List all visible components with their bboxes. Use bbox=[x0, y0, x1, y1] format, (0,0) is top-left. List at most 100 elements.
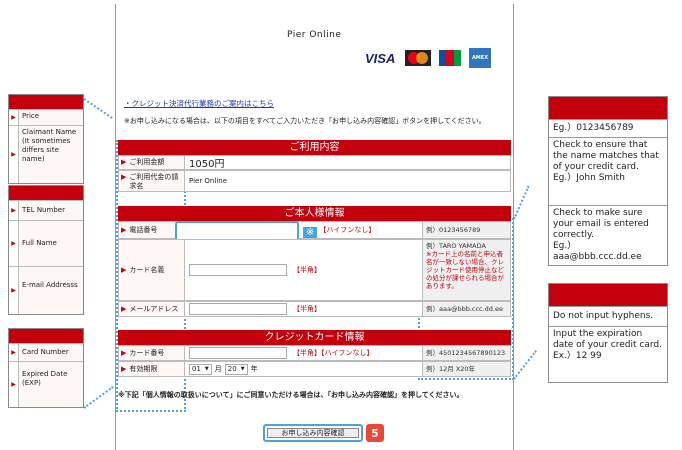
section-card-header: クレジットカード情報 bbox=[118, 330, 511, 345]
consent-text: ※下記「個人情報の取扱いについて」にご同意いただける場合は、「お申し込み内容確認… bbox=[118, 391, 464, 399]
year-unit: 年 bbox=[250, 365, 258, 373]
tel-label: 電話番号 bbox=[129, 225, 158, 234]
right-legend-box-2: Do not input hyphens. Input the expirati… bbox=[548, 283, 668, 383]
email-example: 例）aaa@bbb.ccc.dd.ee bbox=[422, 302, 510, 316]
row-email: ▶ メールアドレス 【半角】 例）aaa@bbb.ccc.dd.ee bbox=[118, 301, 511, 317]
bullet-icon: ▶ bbox=[9, 110, 19, 125]
name-example: 例）TARO YAMADA bbox=[426, 242, 486, 250]
bullet-icon: ▶ bbox=[9, 362, 19, 407]
intro-text: ※お申し込みになる場合は、以下の項目をすべてご入力いただき「お申し込み内容確認」… bbox=[124, 117, 486, 125]
card-logos: VISA AMEX bbox=[365, 48, 491, 68]
legend-claimant: Claimant Name (It sometimes differs site… bbox=[19, 126, 83, 183]
bullet-icon: ▶ bbox=[121, 348, 127, 357]
expiry-label: 有効期限 bbox=[129, 364, 158, 373]
tel-example: 例）0123456789 bbox=[422, 222, 510, 238]
bullet-icon: ▶ bbox=[9, 201, 19, 220]
card-number-label: カード番号 bbox=[129, 348, 165, 357]
legend-cardnumber: Card Number bbox=[19, 344, 83, 361]
month-select[interactable]: 01 ▼ bbox=[189, 363, 212, 375]
legend-row-expiry: ▶ Expired Date (EXP) bbox=[9, 361, 83, 407]
bullet-icon: ▶ bbox=[9, 267, 19, 314]
legend-tel: TEL Number bbox=[19, 201, 83, 220]
confirm-button[interactable]: お申し込み内容確認 bbox=[267, 428, 359, 438]
legend-row-cardnumber: ▶ Card Number bbox=[9, 343, 83, 361]
claimant-value: Pier Online bbox=[189, 177, 228, 185]
right-legend-box-1: Eg.）0123456789 Check to ensure that the … bbox=[548, 96, 668, 266]
left-legend-box-2: ▶ TEL Number ▶ Full Name ▶ E-mail Addres… bbox=[8, 185, 84, 315]
bullet-icon: ▶ bbox=[121, 304, 127, 313]
site-title: Pier Online bbox=[287, 30, 342, 40]
row-expiry: ▶ 有効期限 01 ▼ 月 20 ▼ 年 例）12月 X20年 bbox=[118, 361, 511, 377]
legend-header bbox=[549, 97, 667, 119]
bullet-icon: ▶ bbox=[121, 265, 127, 274]
visa-logo-icon: VISA bbox=[365, 50, 396, 66]
legend-expiry-example: Input the expiration date of your credit… bbox=[549, 326, 667, 382]
mastercard-logo-icon bbox=[405, 50, 431, 66]
legend-row-claimant: ▶ Claimant Name (It sometimes differs si… bbox=[9, 125, 83, 183]
legend-row-price: ▶ Price bbox=[9, 109, 83, 125]
amount-label: ご利用金額 bbox=[129, 158, 165, 166]
legend-email-example: Check to make sure your email is entered… bbox=[549, 205, 667, 263]
legend-expiry: Expired Date (EXP) bbox=[19, 362, 83, 407]
year-select[interactable]: 20 ▼ bbox=[224, 363, 248, 375]
notice-link[interactable]: ・クレジット決済代行業務のご案内はこちら bbox=[124, 98, 274, 109]
row-cardholder-name: ▶ カード名義 【半角】 例）TARO YAMADA ※カード上の名前と申込者名が… bbox=[118, 239, 511, 301]
legend-price: Price bbox=[19, 110, 83, 125]
row-card-number: ▶ カード番号 【半角】【ハイフンなし】 例）4501234567890123 bbox=[118, 345, 511, 361]
legend-header bbox=[9, 329, 83, 343]
connector-line bbox=[513, 350, 537, 380]
email-input[interactable] bbox=[189, 303, 287, 315]
card-number-note: 【半角】【ハイフンなし】 bbox=[293, 349, 374, 357]
name-note: 【半角】 bbox=[293, 266, 321, 274]
legend-header bbox=[549, 284, 667, 306]
section-personal-header: ご本人様情報 bbox=[118, 206, 511, 221]
legend-fullname: Full Name bbox=[19, 221, 83, 266]
year-value: 20 bbox=[227, 365, 237, 373]
legend-row-email: ▶ E-mail Addresss bbox=[9, 266, 83, 314]
name-label: カード名義 bbox=[129, 265, 165, 274]
dropdown-arrow-icon: ▼ bbox=[204, 366, 209, 372]
jcb-logo-icon bbox=[439, 50, 461, 66]
legend-email: E-mail Addresss bbox=[19, 267, 83, 314]
email-label: メールアドレス bbox=[129, 304, 179, 313]
expiry-example: 例）12月 X20年 bbox=[422, 362, 510, 376]
left-legend-box-3: ▶ Card Number ▶ Expired Date (EXP) bbox=[8, 328, 84, 408]
cardholder-name-input[interactable] bbox=[189, 264, 287, 276]
bullet-icon: ▶ bbox=[121, 225, 127, 234]
claimant-label: ご利用代金の請求名 bbox=[129, 173, 179, 190]
amount-value: 1050円 bbox=[189, 159, 225, 170]
left-legend-box-1: ▶ Price ▶ Claimant Name (It sometimes di… bbox=[8, 94, 84, 184]
bullet-icon: ▶ bbox=[9, 221, 19, 266]
connector-line bbox=[83, 98, 113, 119]
legend-tel-example: Eg.）0123456789 bbox=[549, 119, 667, 137]
card-number-input[interactable] bbox=[189, 347, 287, 359]
amex-logo-icon: AMEX bbox=[469, 48, 491, 68]
row-claimant: ▶ ご利用代金の請求名 Pier Online bbox=[118, 170, 511, 192]
legend-row-tel: ▶ TEL Number bbox=[9, 200, 83, 220]
month-value: 01 bbox=[192, 365, 201, 373]
legend-no-hyphen: Do not input hyphens. bbox=[549, 306, 667, 326]
bullet-icon: ▶ bbox=[9, 344, 19, 361]
row-tel: ▶ 電話番号 ※ 【ハイフンなし】 例）0123456789 bbox=[118, 221, 511, 243]
tel-note: 【ハイフンなし】 bbox=[319, 226, 376, 234]
confirm-button-frame: お申し込み内容確認 bbox=[263, 424, 363, 442]
connector-line bbox=[513, 185, 530, 220]
card-number-example: 例）4501234567890123 bbox=[422, 346, 510, 360]
required-mark-icon: ※ bbox=[303, 226, 318, 238]
legend-row-fullname: ▶ Full Name bbox=[9, 220, 83, 266]
step-badge: 5 bbox=[366, 424, 384, 442]
legend-header bbox=[9, 95, 83, 109]
bullet-icon: ▶ bbox=[9, 126, 19, 183]
bullet-icon: ▶ bbox=[121, 364, 127, 373]
bullet-icon: ▶ bbox=[121, 158, 127, 166]
legend-name-example: Check to ensure that the name matches th… bbox=[549, 137, 667, 205]
dropdown-arrow-icon: ▼ bbox=[240, 366, 245, 372]
legend-header bbox=[9, 186, 83, 200]
bullet-icon: ▶ bbox=[121, 173, 127, 181]
section-usage-header: ご利用内容 bbox=[118, 140, 511, 155]
month-unit: 月 bbox=[214, 365, 222, 373]
connector-line bbox=[83, 386, 114, 409]
email-note: 【半角】 bbox=[293, 305, 321, 313]
row-amount: ▶ ご利用金額 1050円 bbox=[118, 155, 511, 170]
name-warning: ※カード上の名前と申込者名が一致しない場合、クレジットカード使用停止などの処分が… bbox=[426, 250, 504, 290]
